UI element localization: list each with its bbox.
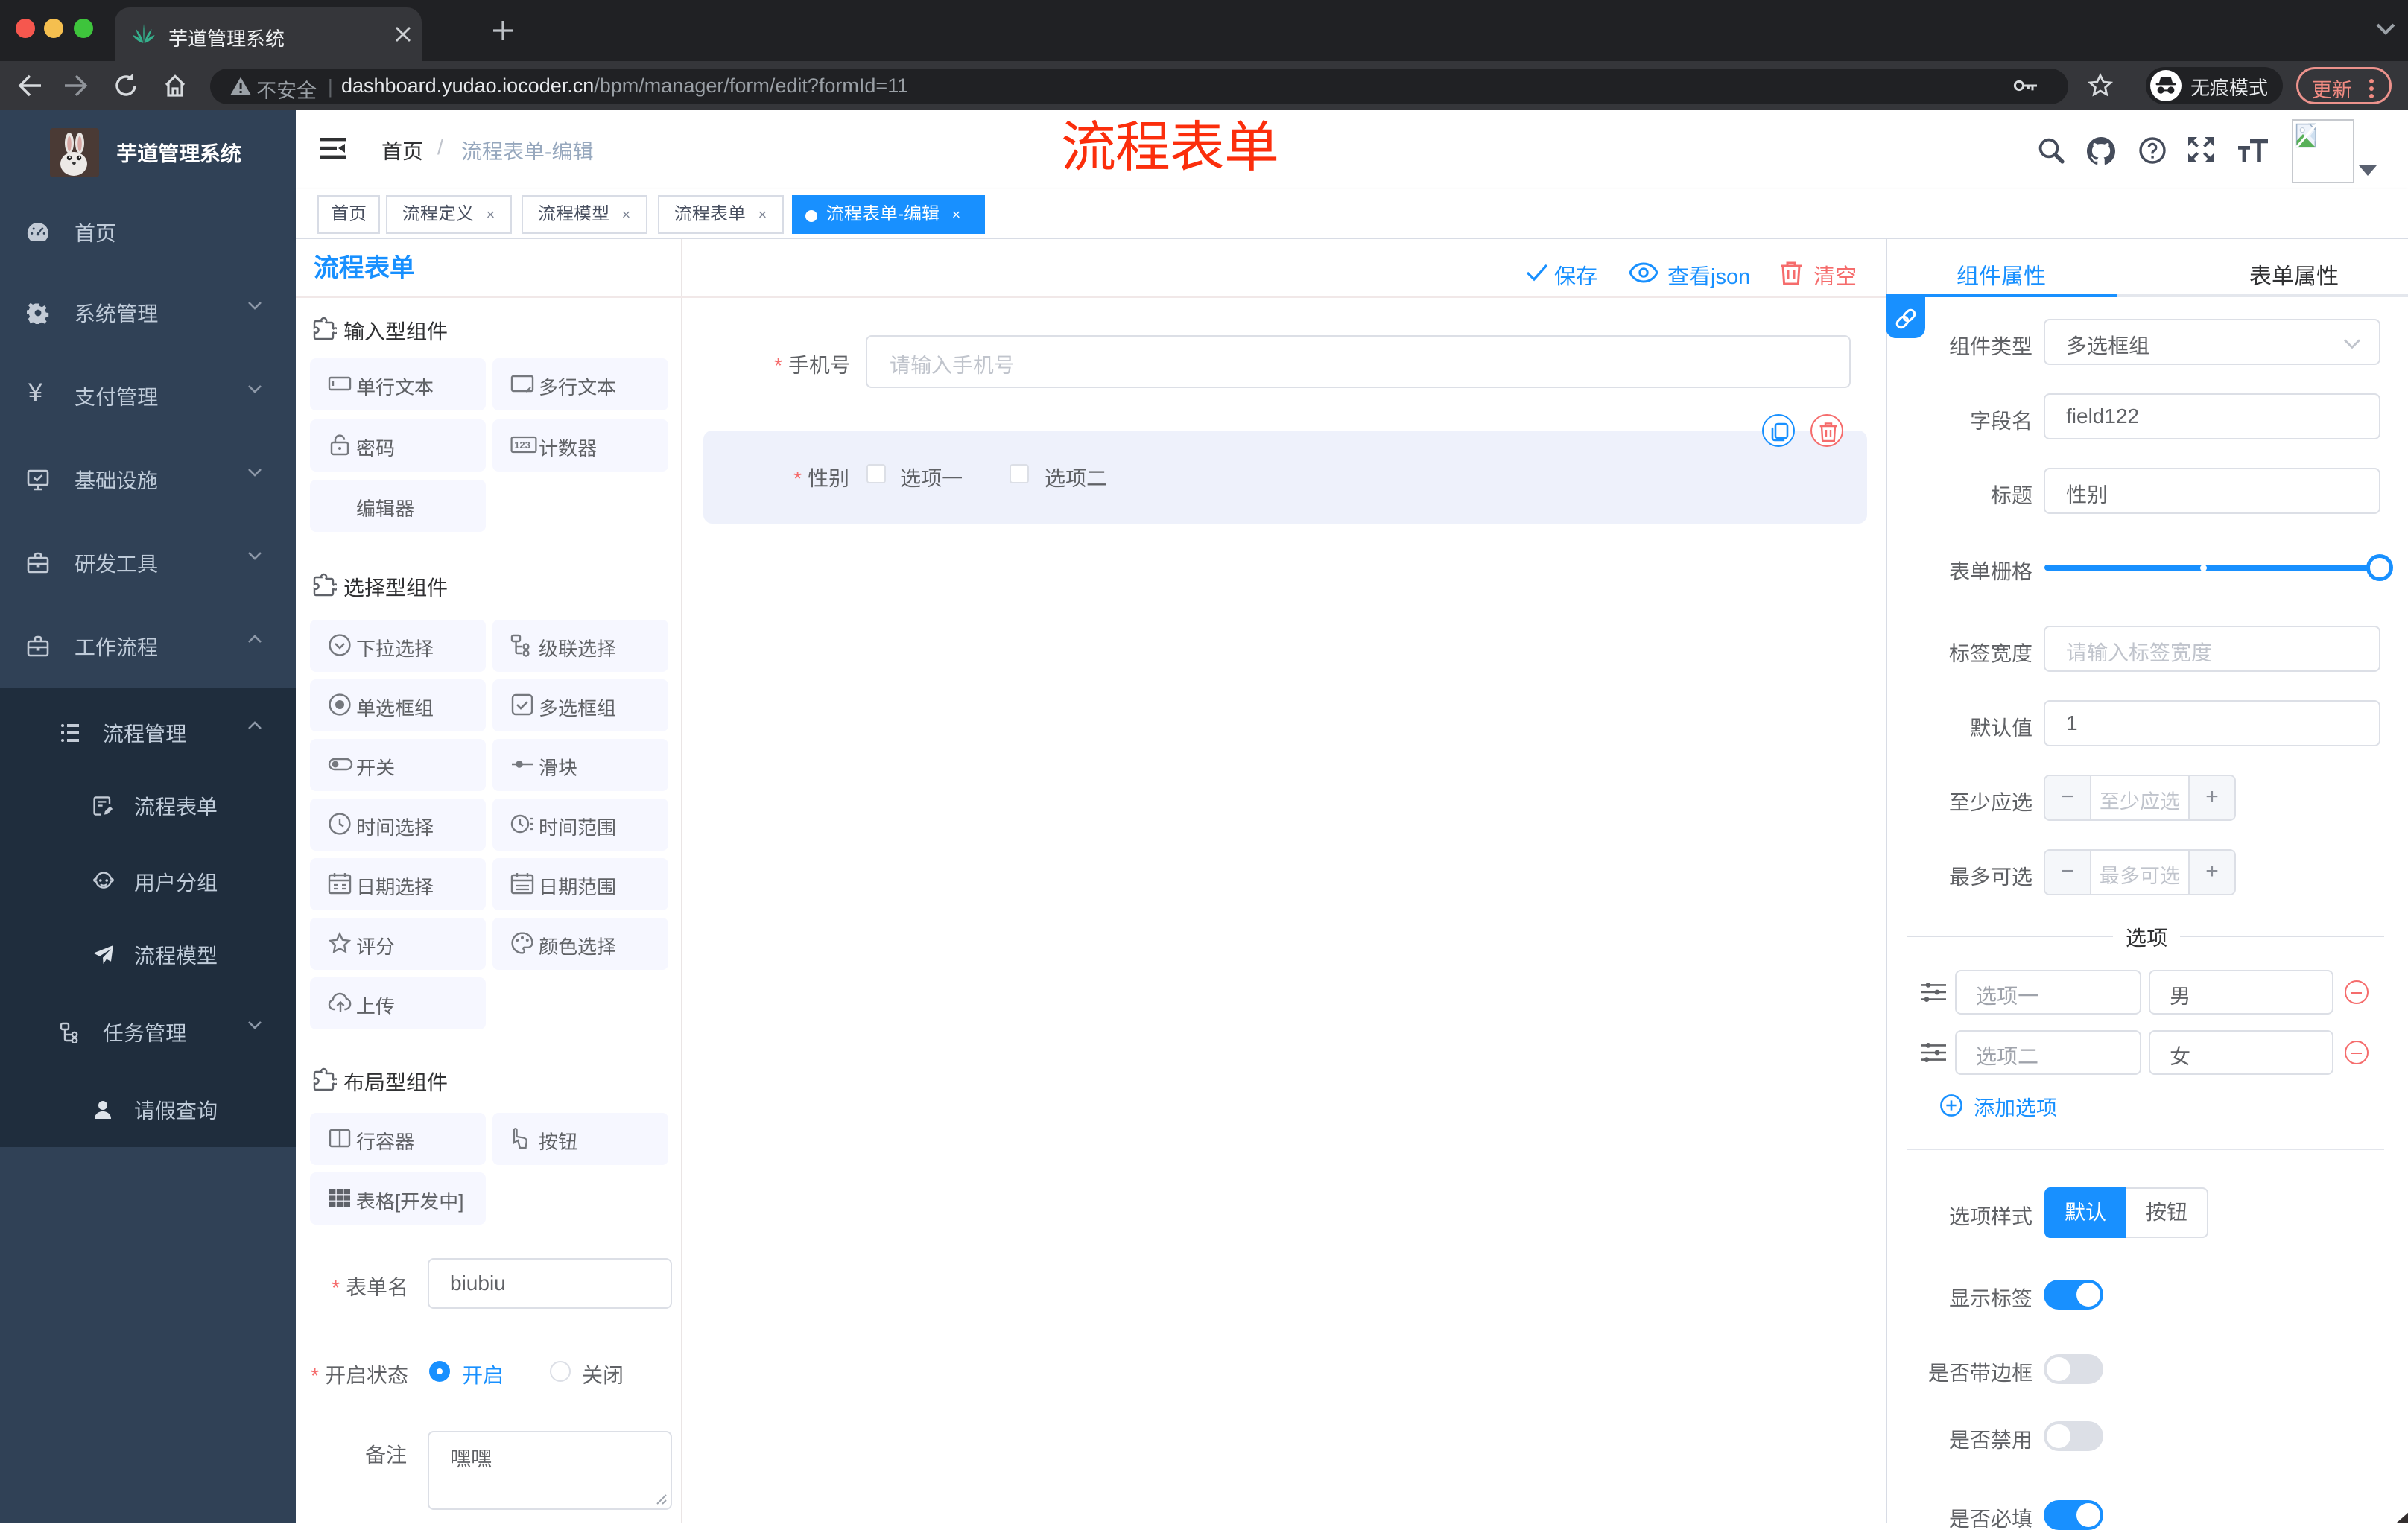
svg-text:123: 123 [514, 439, 530, 451]
